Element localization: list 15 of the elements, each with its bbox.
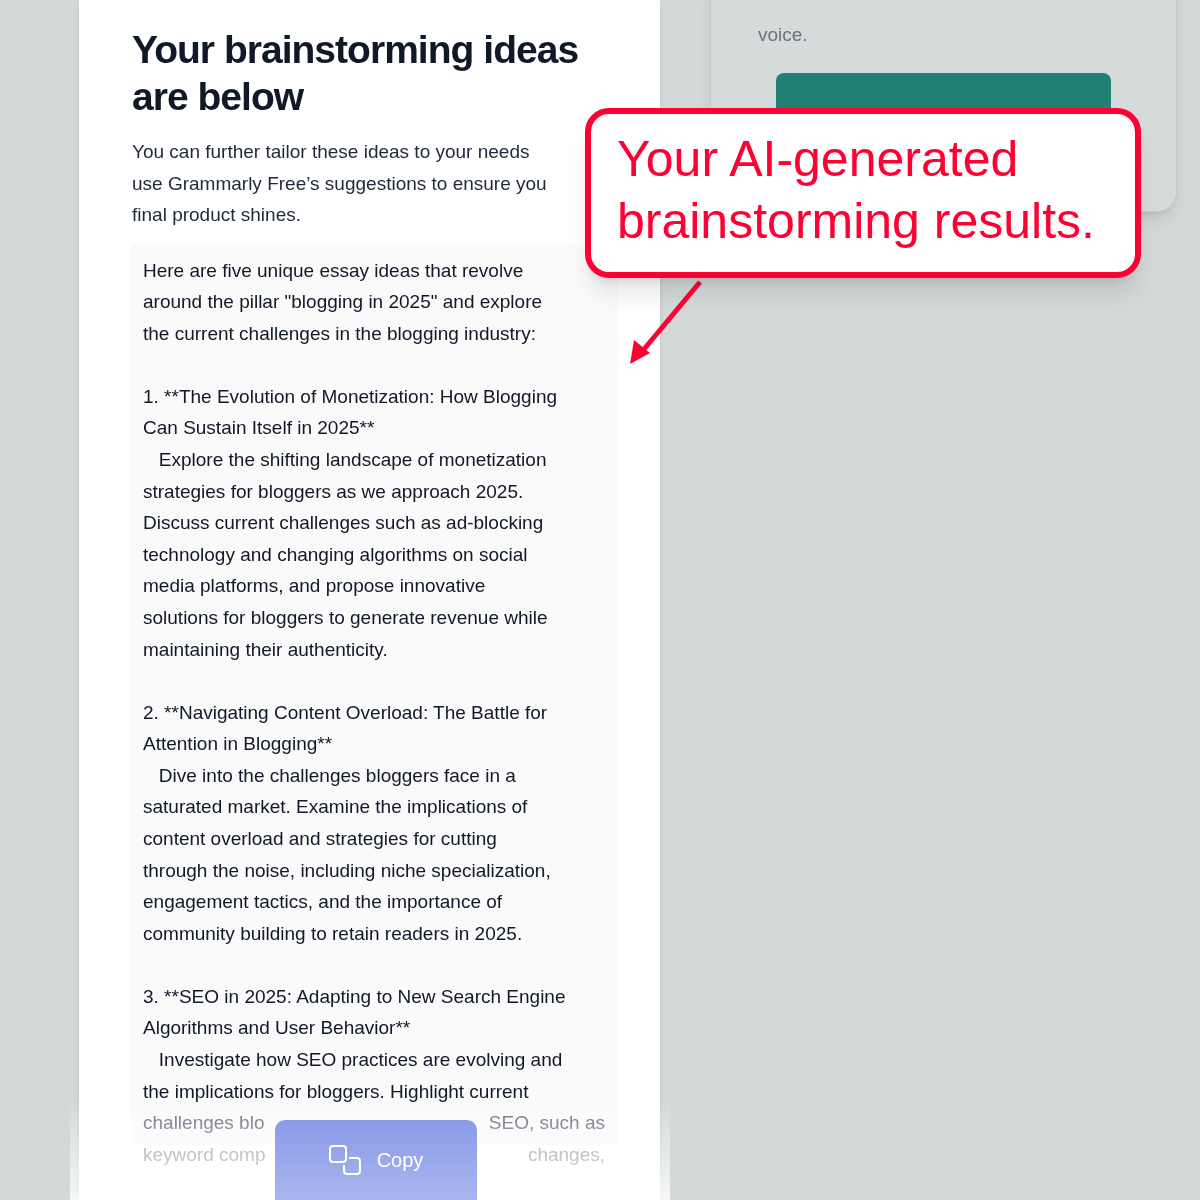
intro-text: You can further tailor these ideas to your needs use Grammarly Free’s suggestions to ensure you final product shines. <box>132 140 548 227</box>
faded-text: changes, <box>527 1142 605 1167</box>
faded-text: challenges blo <box>143 1111 265 1136</box>
side-text: voice. <box>758 23 809 47</box>
result-paragraph: 1. **The Evolution of Monetization: How Blogging Can Sustain Itself in 2025** Explore the shifting landscape of monetization strategies for bloggers as we approach 2025. Discuss current challenges such as ad-blocking technology and changing algorithms on social media platforms, and propose innovative solutions for bloggers to generate revenue while maintaining their authenticity. <box>143 384 559 662</box>
result-paragraph: Here are five unique essay ideas that revolve around the pillar "blogging in 2025" and explore the current challenges in the blogging industry: <box>143 258 544 346</box>
side-button[interactable] <box>776 73 1111 108</box>
copy-button[interactable]: Copy <box>275 1120 477 1200</box>
result-paragraph: 3. **SEO in 2025: Adapting to New Search Engine Algorithms and User Behavior** Investigate how SEO practices are evolving and the implications for bloggers. Highlight current <box>143 984 567 1104</box>
result-paragraph: 2. **Navigating Content Overload: The Battle for Attention in Blogging** Dive into the challenges bloggers face in a saturated market. Examine the implications of content overload and strategies for cutting through the noise, including niche specialization, engagement tactics, and the importance of community building to retain readers in 2025. <box>143 700 552 946</box>
copy-icon <box>328 1145 361 1175</box>
faded-text: keyword comp <box>143 1142 266 1167</box>
faded-text: SEO, such as <box>488 1111 605 1136</box>
callout-text: Your AI-generated brainstorming results. <box>617 130 1096 251</box>
heading: Your brainstorming ideas are below <box>132 27 580 120</box>
